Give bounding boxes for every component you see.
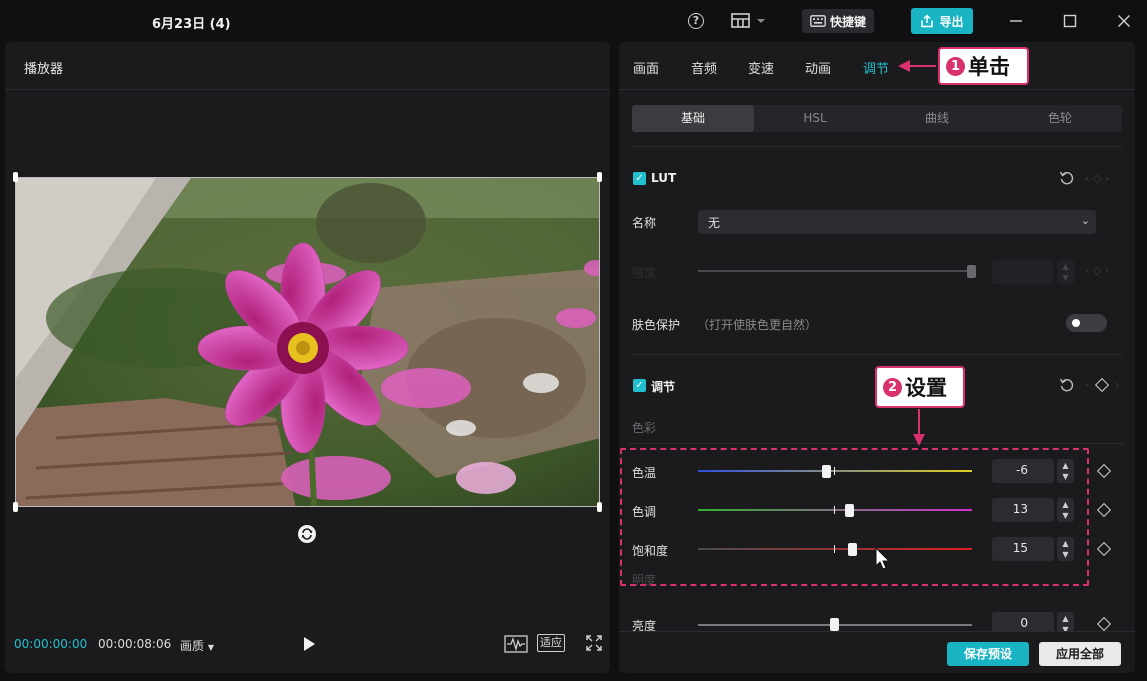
step2-callout: 2 设置 xyxy=(875,366,965,408)
step1-callout: 1 单击 xyxy=(938,47,1029,85)
highlight-box xyxy=(620,448,1089,586)
